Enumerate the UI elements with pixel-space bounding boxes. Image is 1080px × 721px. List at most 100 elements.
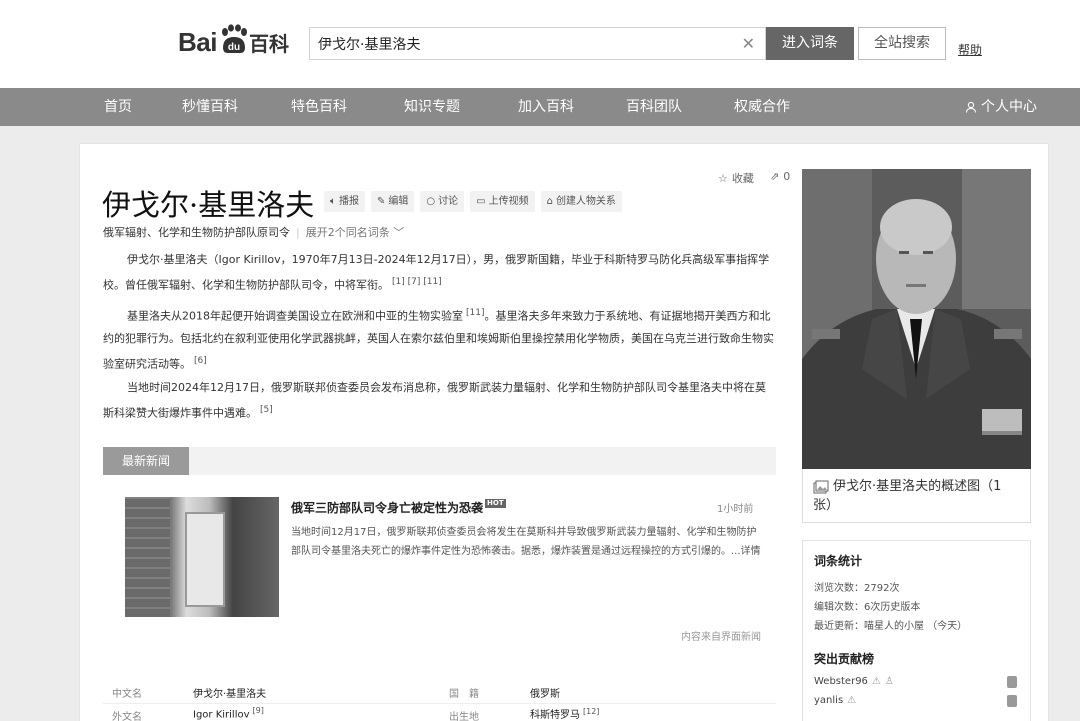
nav-item-team[interactable]: 百科团队: [626, 88, 682, 126]
comment-icon: ○: [426, 196, 436, 207]
clear-icon[interactable]: ✕: [742, 34, 755, 53]
foreign-name-text: Igor Kirillov: [193, 709, 250, 721]
broadcast-button[interactable]: 🔈︎ 播报: [324, 191, 365, 212]
para3-text: 当地时间2024年12月17日，俄罗斯联邦侦查委员会发布消息称，俄罗斯武装力量辐…: [103, 381, 766, 420]
search-box: ✕: [309, 27, 766, 60]
reference-link[interactable]: [6]: [194, 356, 207, 366]
share-count: 0: [783, 170, 791, 183]
share-button[interactable]: ⇗ 0: [770, 170, 790, 183]
news-summary: 当地时间12月17日，俄罗斯联邦侦查委员会将发生在莫斯科并导致俄罗斯武装力量辐射…: [291, 523, 761, 561]
user-icon: [965, 101, 977, 113]
svg-text:du: du: [228, 42, 240, 53]
info-label-birthplace: 出生地: [449, 712, 479, 721]
subtitle-text: 俄军辐射、化学和生物防护部队原司令: [103, 226, 290, 239]
hot-badge: HOT: [485, 499, 506, 508]
warning-icon: ⚠: [871, 676, 881, 687]
contributor-item[interactable]: Webster96 ⚠ ♙: [814, 676, 894, 687]
star-icon: ☆: [718, 171, 728, 185]
info-label-chinese-name: 中文名: [112, 689, 142, 700]
thumbnail-door: [185, 512, 225, 607]
info-value-foreign-name: Igor Kirillov [9]: [193, 706, 264, 720]
paw-icon: du: [221, 24, 247, 53]
nav-item-partners[interactable]: 权威合作: [734, 88, 790, 126]
info-value-chinese-name: 伊戈尔·基里洛夫: [193, 689, 267, 700]
video-icon: ▭: [476, 196, 486, 207]
news-more-link[interactable]: ...详情: [731, 546, 761, 557]
discuss-button[interactable]: ○ 讨论: [420, 191, 465, 212]
entry-title: 伊戈尔·基里洛夫: [102, 188, 315, 222]
baidu-baike-logo[interactable]: Bai du 百科: [178, 22, 289, 62]
contributor-name: yanlis: [814, 695, 844, 706]
reference-link[interactable]: [1] [7] [11]: [392, 277, 442, 287]
warning-icon: ⚠: [847, 695, 857, 706]
logo-baike-text: 百科: [248, 31, 289, 56]
nav-item-join[interactable]: 加入百科: [518, 88, 574, 126]
badge-icon: ♙: [884, 676, 894, 687]
rank-badge-icon: [1007, 695, 1017, 707]
entry-subtitle: 俄军辐射、化学和生物防护部队原司令 | 展开2个同名词条 ﹀: [103, 224, 404, 240]
entry-toolbar: 🔈︎ 播报 ✎ 编辑 ○ 讨论 ▭ 上传视频 ⌂ 创建人物关系: [324, 191, 622, 212]
stats-updated: 最近更新：喵星人的小屋 （今天）: [814, 621, 968, 632]
user-center-label: 个人中心: [981, 99, 1037, 115]
reference-link[interactable]: [12]: [583, 707, 599, 716]
favorite-button[interactable]: ☆ 收藏: [718, 170, 754, 186]
share-icon: ⇗: [770, 170, 780, 183]
create-relation-button[interactable]: ⌂ 创建人物关系: [540, 191, 622, 212]
stats-edits[interactable]: 编辑次数：6次历史版本: [814, 598, 920, 613]
contributor-name: Webster96: [814, 676, 868, 687]
reference-link[interactable]: [11]: [466, 308, 484, 318]
birthplace-text: 科斯特罗马: [530, 710, 580, 721]
nav-item-home[interactable]: 首页: [104, 88, 132, 126]
info-label-nationality: 国 籍: [449, 689, 479, 700]
summary-paragraph-2: 基里洛夫从2018年起便开始调查美国设立在欧洲和中亚的生物实验室 [11]。基里洛…: [103, 302, 775, 375]
portrait-caption[interactable]: 伊戈尔·基里洛夫的概述图（1张）: [802, 469, 1031, 523]
news-header: 最新新闻: [103, 447, 776, 475]
pencil-icon: ✎: [377, 196, 386, 207]
upload-video-button[interactable]: ▭ 上传视频: [470, 191, 535, 212]
expand-same-name-link[interactable]: 展开2个同名词条 ﹀: [306, 226, 405, 239]
logo-bai-text: Bai: [178, 26, 217, 57]
create-relation-label: 创建人物关系: [555, 196, 616, 207]
divider: |: [296, 226, 300, 239]
news-title-text: 俄军三防部队司令身亡被定性为恐袭: [291, 501, 484, 515]
info-value-birthplace: 科斯特罗马 [12]: [530, 706, 599, 721]
favorite-label: 收藏: [731, 172, 754, 185]
broadcast-label: 播报: [339, 196, 359, 207]
contributors-title: 突出贡献榜: [814, 652, 875, 666]
info-divider: [103, 703, 776, 704]
contributor-item[interactable]: yanlis ⚠: [814, 695, 856, 706]
upload-video-label: 上传视频: [488, 196, 529, 207]
chevron-down-icon: ﹀: [393, 226, 405, 239]
stats-title: 词条统计: [814, 554, 863, 568]
summary-paragraph-3: 当地时间2024年12月17日，俄罗斯联邦侦查委员会发布消息称，俄罗斯武装力量辐…: [103, 377, 775, 425]
news-title-link[interactable]: 俄军三防部队司令身亡被定性为恐袭 HOT: [291, 499, 506, 516]
search-input[interactable]: [310, 28, 730, 59]
nav-item-featured[interactable]: 特色百科: [291, 88, 347, 126]
speaker-icon: 🔈︎: [330, 196, 336, 207]
news-timestamp: 1小时前: [717, 504, 754, 515]
info-value-nationality: 俄罗斯: [530, 689, 560, 700]
site-search-button[interactable]: 全站搜索: [858, 27, 946, 60]
reference-link[interactable]: [9]: [253, 706, 264, 715]
nav-item-miaodong[interactable]: 秒懂百科: [182, 88, 238, 126]
thumbnail-wall: [125, 497, 170, 617]
main-nav: 首页 秒懂百科 特色百科 知识专题 加入百科 百科团队 权威合作 个人中心: [0, 88, 1080, 126]
user-center-link[interactable]: 个人中心: [965, 88, 1037, 126]
help-link[interactable]: 帮助: [958, 41, 982, 58]
portrait-caption-text: 伊戈尔·基里洛夫的概述图（1张）: [813, 479, 1002, 513]
edit-button[interactable]: ✎ 编辑: [371, 191, 415, 212]
news-thumbnail[interactable]: [125, 497, 279, 617]
reference-link[interactable]: [5]: [260, 405, 273, 415]
stats-views: 浏览次数：2792次: [814, 583, 900, 594]
tab-latest-news[interactable]: 最新新闻: [103, 447, 189, 475]
rank-badge-icon: [1007, 676, 1017, 688]
para2-text: 基里洛夫从2018年起便开始调查美国设立在欧洲和中亚的生物实验室: [127, 309, 463, 323]
summary-paragraph-1: 伊戈尔·基里洛夫（Igor Kirillov，1970年7月13日-2024年1…: [103, 249, 775, 297]
enter-entry-button[interactable]: 进入词条: [766, 27, 854, 60]
nav-item-topics[interactable]: 知识专题: [404, 88, 460, 126]
expand-label: 展开2个同名词条: [305, 226, 390, 239]
portrait-image[interactable]: [802, 169, 1031, 469]
portrait-illustration: [802, 169, 1031, 469]
people-icon: ⌂: [546, 196, 553, 207]
discuss-label: 讨论: [438, 196, 459, 207]
